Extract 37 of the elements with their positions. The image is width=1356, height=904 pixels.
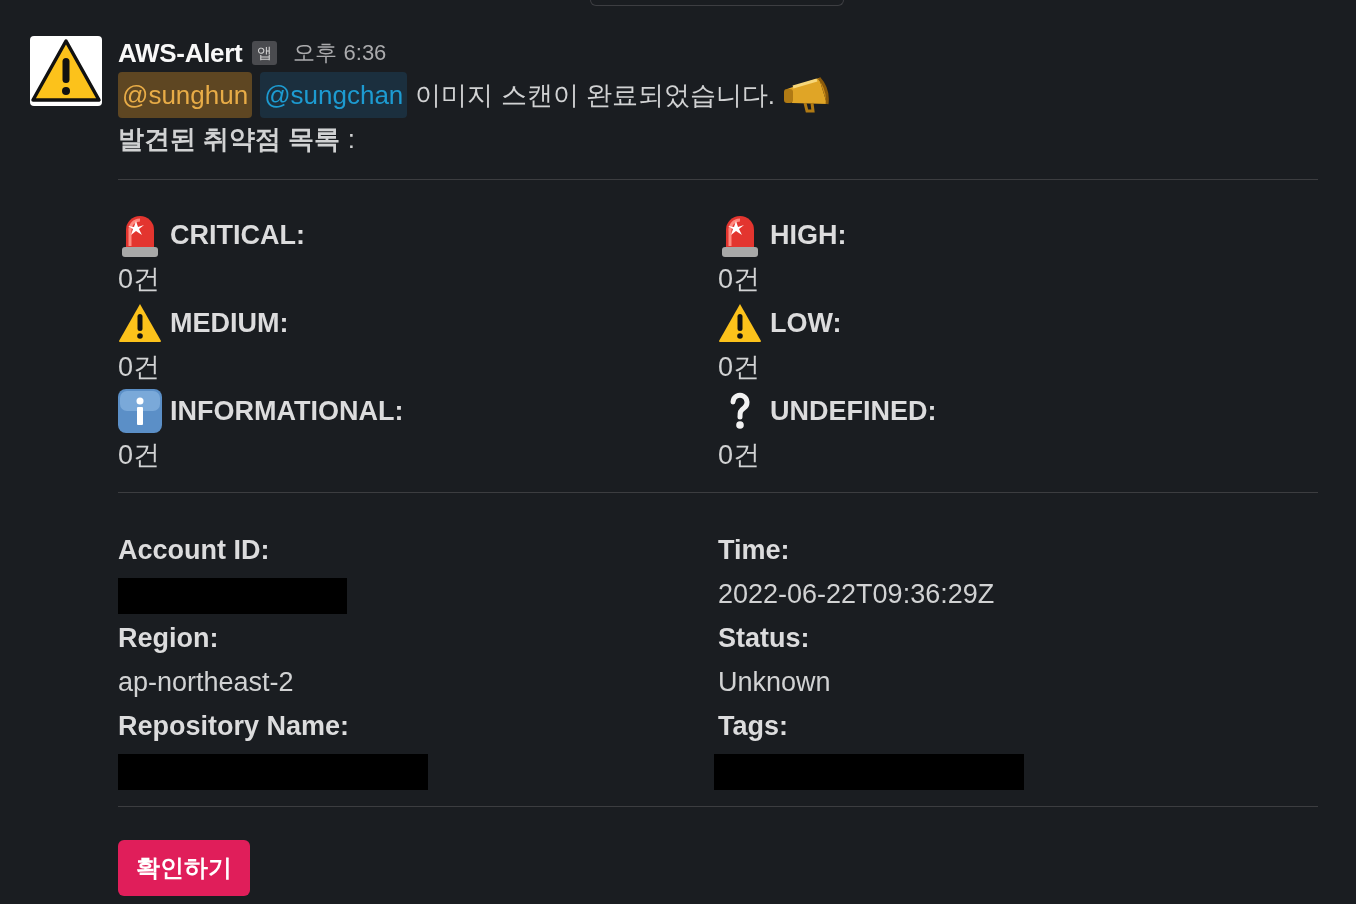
app-badge: 앱: [252, 41, 278, 65]
warning-icon: [718, 303, 762, 343]
field-value: Unknown: [718, 666, 831, 699]
megaphone-icon: [783, 77, 829, 113]
field-label: Tags:: [718, 710, 788, 742]
warning-avatar-icon[interactable]: [30, 36, 102, 106]
severity-label: CRITICAL:: [170, 219, 305, 251]
info-icon: [118, 389, 162, 433]
warning-icon: [118, 303, 162, 343]
siren-light-icon: [120, 213, 160, 257]
field-value: ap-northeast-2: [118, 666, 294, 699]
user-mention[interactable]: @sungchan: [260, 72, 408, 118]
question-mark-icon: [730, 392, 750, 430]
severity-label: UNDEFINED:: [770, 395, 937, 427]
sender-name[interactable]: AWS-Alert: [118, 37, 243, 69]
severity-label: MEDIUM:: [170, 307, 289, 339]
message-text: 이미지 스캔이 완료되었습니다.: [415, 78, 775, 112]
siren-light-icon: [720, 213, 760, 257]
field-label: Account ID:: [118, 534, 270, 566]
message-time[interactable]: 오후 6:36: [293, 38, 387, 68]
severity-count: 0건: [718, 351, 761, 384]
severity-count: 0건: [118, 263, 161, 296]
severity-label: HIGH:: [770, 219, 847, 251]
severity-count: 0건: [118, 351, 161, 384]
field-label: Region:: [118, 622, 219, 654]
severity-count: 0건: [718, 439, 761, 472]
severity-count: 0건: [118, 439, 161, 472]
section-heading: 발견된 취약점 목록 :: [118, 123, 355, 156]
field-value: 2022-06-22T09:36:29Z: [718, 578, 995, 611]
user-mention[interactable]: @sunghun: [118, 72, 253, 118]
field-label: Repository Name:: [118, 710, 350, 742]
field-label: Status:: [718, 622, 810, 654]
severity-label: INFORMATIONAL:: [170, 395, 404, 427]
severity-count: 0건: [718, 263, 761, 296]
severity-label: LOW:: [770, 307, 842, 339]
field-label: Time:: [718, 534, 790, 566]
confirm-button[interactable]: 확인하기: [118, 840, 250, 896]
